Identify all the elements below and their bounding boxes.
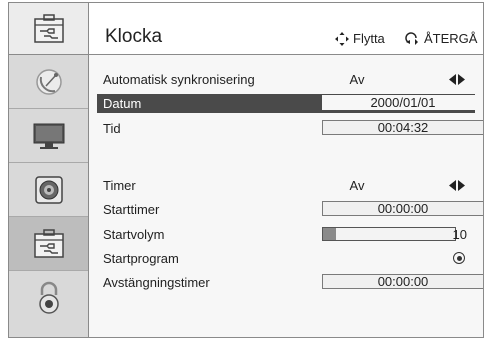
auto-sync-value: Av xyxy=(349,72,365,87)
monitor-icon xyxy=(33,123,64,149)
category-sidebar xyxy=(9,3,89,337)
row-start-program[interactable]: Startprogram xyxy=(97,249,475,268)
satellite-dish-icon xyxy=(35,68,62,95)
sidebar-item-picture[interactable] xyxy=(9,109,88,163)
timer-label: Timer xyxy=(103,178,136,193)
return-icon xyxy=(405,31,418,45)
row-date[interactable]: Datum 2000/01/01 xyxy=(97,94,483,113)
start-volume-slider-fill xyxy=(323,228,337,240)
time-label: Tid xyxy=(103,121,121,136)
settings-window: Klocka Flytta ÅTERGÅ Automatisk synkroni… xyxy=(8,2,484,338)
row-start-volume[interactable]: Startvolym 10 xyxy=(97,225,475,244)
sidebar-item-setup-header[interactable] xyxy=(9,3,88,55)
row-automatic-sync[interactable]: Automatisk synkronisering Av xyxy=(97,70,475,89)
header-bar: Klocka Flytta ÅTERGÅ xyxy=(89,3,483,55)
off-timer-field[interactable]: 00:00:00 xyxy=(322,274,483,289)
toolbox-icon xyxy=(33,13,64,43)
page-title: Klocka xyxy=(105,26,163,47)
move-arrows-icon xyxy=(335,31,349,46)
sidebar-item-setup[interactable] xyxy=(9,217,88,271)
start-volume-value: 10 xyxy=(452,227,467,242)
sidebar-item-channel[interactable] xyxy=(9,55,88,109)
back-hint-label: ÅTERGÅ xyxy=(424,31,478,46)
toolbox-icon xyxy=(33,228,64,258)
row-timer[interactable]: Timer Av xyxy=(97,176,475,195)
auto-sync-label: Automatisk synkronisering xyxy=(103,72,255,87)
sidebar-item-lock[interactable] xyxy=(9,271,88,325)
clock-settings-panel: Automatisk synkronisering Av Datum 2000/… xyxy=(89,55,483,337)
speaker-icon xyxy=(34,175,63,204)
row-start-timer[interactable]: Starttimer 00:00:00 xyxy=(97,200,483,219)
row-time[interactable]: Tid 00:04:32 xyxy=(97,119,483,138)
timer-value: Av xyxy=(349,178,365,193)
row-off-timer[interactable]: Avstängningstimer 00:00:00 xyxy=(97,273,483,292)
start-volume-label: Startvolym xyxy=(103,227,165,242)
lock-icon xyxy=(38,281,59,314)
start-program-label: Startprogram xyxy=(103,251,179,266)
move-hint-label: Flytta xyxy=(353,31,385,46)
back-hint: ÅTERGÅ xyxy=(404,31,477,46)
start-program-radio[interactable] xyxy=(453,252,465,264)
move-hint: Flytta xyxy=(335,31,385,46)
start-timer-field[interactable]: 00:00:00 xyxy=(322,201,483,216)
start-volume-slider[interactable] xyxy=(322,227,456,241)
left-right-arrows-icon[interactable] xyxy=(449,74,465,85)
date-field[interactable]: 2000/01/01 xyxy=(322,95,483,110)
left-right-arrows-icon[interactable] xyxy=(449,180,465,191)
off-timer-label: Avstängningstimer xyxy=(103,275,210,290)
date-label: Datum xyxy=(103,96,142,111)
time-field[interactable]: 00:04:32 xyxy=(322,120,483,135)
start-timer-label: Starttimer xyxy=(103,202,160,217)
sidebar-item-sound[interactable] xyxy=(9,163,88,217)
